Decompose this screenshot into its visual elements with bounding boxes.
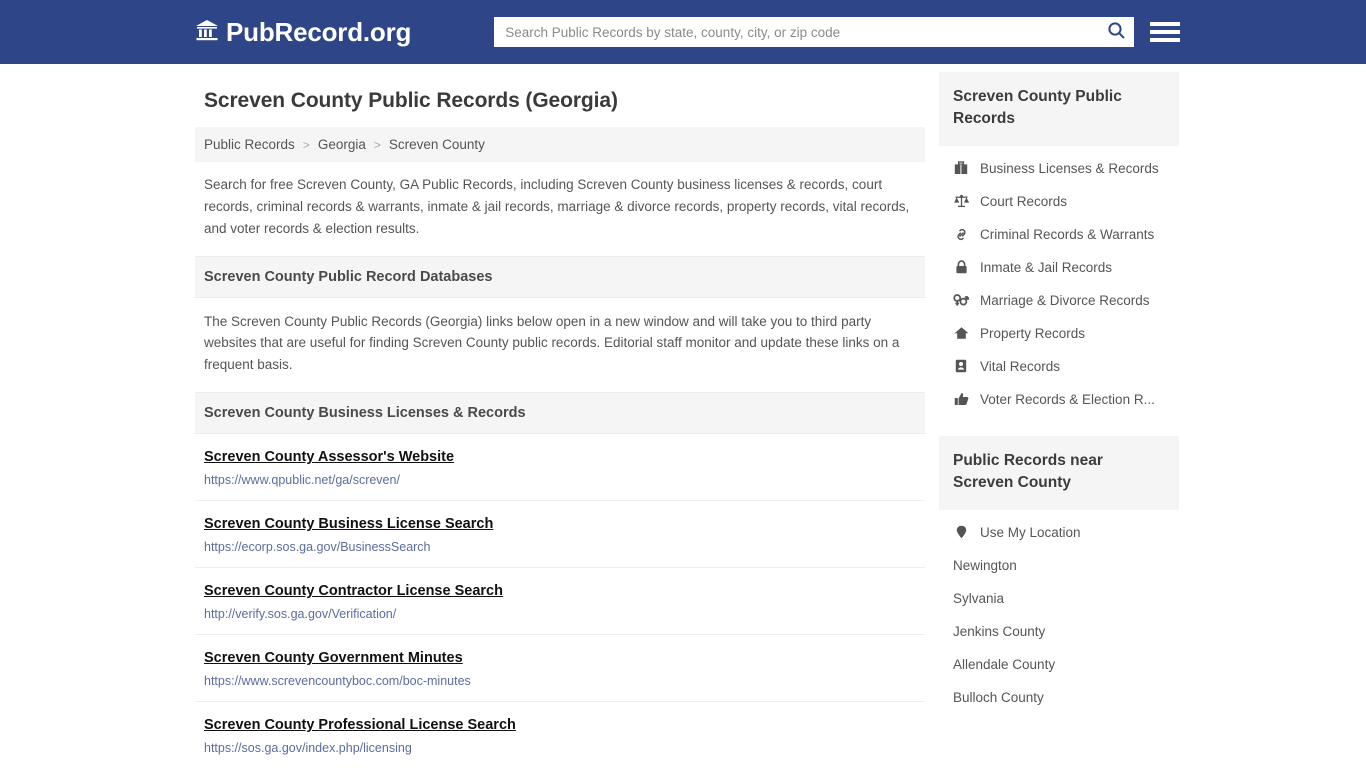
map-pin-icon [953, 525, 969, 539]
breadcrumb-item-public-records[interactable]: Public Records [204, 137, 295, 152]
sidebar-header-records: Screven County Public Records [939, 72, 1179, 146]
sidebar-item-voter-records[interactable]: Voter Records & Election R... [939, 383, 1179, 416]
breadcrumb-item-screven-county[interactable]: Screven County [389, 137, 485, 152]
record-link-url[interactable]: https://ecorp.sos.ga.gov/BusinessSearch [204, 540, 916, 554]
page-container: Screven County Public Records (Georgia) … [0, 64, 1366, 768]
breadcrumb-separator: > [373, 137, 381, 152]
sidebar-item-sylvania[interactable]: Sylvania [939, 582, 1179, 615]
breadcrumb: Public Records > Georgia > Screven Count… [195, 127, 925, 162]
search-input[interactable] [505, 24, 1105, 40]
scales-icon [953, 194, 969, 208]
sidebar-item-label: Criminal Records & Warrants [980, 226, 1155, 242]
page-intro-text: Search for free Screven County, GA Publi… [204, 177, 910, 236]
link-row: Screven County Government Minutes https:… [195, 635, 925, 703]
sidebar: Screven County Public Records Business L… [939, 64, 1179, 724]
databases-description: The Screven County Public Records (Georg… [204, 313, 900, 373]
sidebar-item-property-records[interactable]: Property Records [939, 317, 1179, 350]
sidebar-item-label: Vital Records [980, 358, 1061, 374]
main-content: Screven County Public Records (Georgia) … [195, 64, 925, 768]
sidebar-item-label: Use My Location [980, 524, 1081, 540]
section-header-databases: Screven County Public Record Databases [195, 255, 925, 298]
sidebar-item-label: Newington [953, 557, 1017, 573]
sidebar-item-use-my-location[interactable]: Use My Location [939, 516, 1179, 549]
hamburger-menu-icon[interactable] [1150, 18, 1181, 46]
search-area [494, 17, 1181, 47]
site-header: PubRecord.org [0, 0, 1366, 64]
record-link-url[interactable]: https://sos.ga.gov/index.php/licensing [204, 741, 916, 755]
sidebar-nearby-list: Use My Location Newington Sylvania Jenki… [939, 510, 1179, 724]
sidebar-item-newington[interactable]: Newington [939, 549, 1179, 582]
site-logo[interactable]: PubRecord.org [195, 17, 411, 48]
id-card-icon [953, 359, 969, 373]
search-button[interactable] [1104, 20, 1128, 44]
sidebar-item-business-licenses[interactable]: Business Licenses & Records [939, 152, 1179, 185]
breadcrumb-separator: > [302, 137, 310, 152]
sidebar-item-marriage-divorce-records[interactable]: Marriage & Divorce Records [939, 284, 1179, 317]
link-chain-icon [953, 227, 969, 242]
thumbs-up-icon [953, 392, 969, 406]
link-row: Screven County Business License Search h… [195, 501, 925, 569]
record-link-title[interactable]: Screven County Professional License Sear… [204, 717, 516, 733]
brand-name: PubRecord.org [226, 16, 412, 47]
lock-icon [953, 260, 969, 274]
breadcrumb-item-georgia[interactable]: Georgia [318, 137, 366, 152]
record-link-url[interactable]: http://verify.sos.ga.gov/Verification/ [204, 607, 916, 621]
sidebar-item-label: Voter Records & Election R... [980, 391, 1155, 407]
record-link-url[interactable]: https://www.screvencountyboc.com/boc-min… [204, 674, 916, 688]
sidebar-item-label: Property Records [980, 325, 1086, 341]
section-header-business-licenses: Screven County Business Licenses & Recor… [195, 392, 925, 435]
sidebar-item-vital-records[interactable]: Vital Records [939, 350, 1179, 383]
sidebar-item-label: Jenkins County [953, 623, 1046, 639]
record-link-title[interactable]: Screven County Government Minutes [204, 650, 463, 666]
sidebar-item-label: Allendale County [953, 656, 1056, 672]
sidebar-header-nearby: Public Records near Screven County [939, 435, 1179, 510]
sidebar-item-inmate-jail-records[interactable]: Inmate & Jail Records [939, 251, 1179, 284]
sidebar-nearby-block: Public Records near Screven County Use M… [939, 435, 1179, 724]
sidebar-item-criminal-records[interactable]: Criminal Records & Warrants [939, 218, 1179, 251]
gender-symbols-icon [953, 293, 969, 307]
sidebar-item-allendale-county[interactable]: Allendale County [939, 648, 1179, 681]
house-icon [953, 326, 969, 340]
link-row: Screven County Professional License Sear… [195, 702, 925, 768]
sidebar-item-court-records[interactable]: Court Records [939, 185, 1179, 218]
briefcase-icon [953, 161, 969, 175]
sidebar-item-label: Marriage & Divorce Records [980, 292, 1150, 308]
record-link-title[interactable]: Screven County Assessor's Website [204, 449, 454, 465]
record-link-title[interactable]: Screven County Contractor License Search [204, 583, 503, 599]
bank-icon [195, 17, 219, 48]
search-box [494, 17, 1135, 47]
record-link-title[interactable]: Screven County Business License Search [204, 516, 493, 532]
sidebar-item-label: Sylvania [953, 590, 1005, 606]
link-row: Screven County Assessor's Website https:… [195, 434, 925, 502]
sidebar-item-label: Court Records [980, 193, 1068, 209]
page-title: Screven County Public Records (Georgia) [204, 89, 618, 112]
sidebar-item-label: Inmate & Jail Records [980, 259, 1113, 275]
sidebar-item-bulloch-county[interactable]: Bulloch County [939, 681, 1179, 714]
link-row: Screven County Contractor License Search… [195, 568, 925, 636]
sidebar-item-label: Bulloch County [953, 689, 1044, 705]
record-link-url[interactable]: https://www.qpublic.net/ga/screven/ [204, 473, 916, 487]
search-icon [1107, 21, 1126, 43]
sidebar-item-label: Business Licenses & Records [980, 160, 1159, 176]
sidebar-item-jenkins-county[interactable]: Jenkins County [939, 615, 1179, 648]
sidebar-records-list: Business Licenses & Records Court Record… [939, 146, 1179, 426]
